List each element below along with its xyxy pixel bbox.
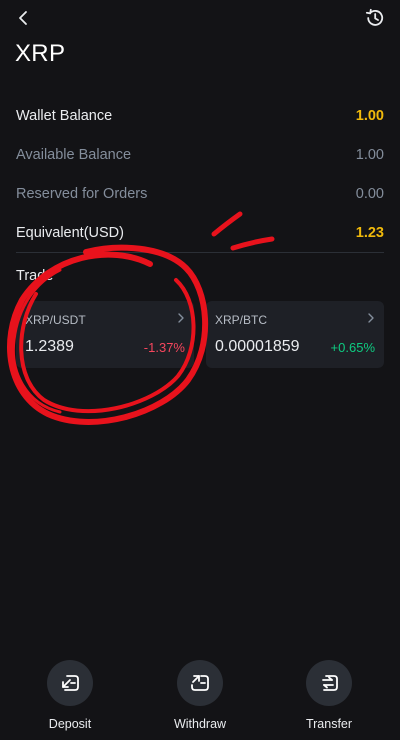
- deposit-icon-circle: [47, 660, 93, 706]
- wallet-balance-value: 1.00: [355, 107, 384, 124]
- history-button[interactable]: [362, 5, 388, 31]
- wallet-balance-label: Wallet Balance: [16, 107, 113, 124]
- chevron-right-icon: [178, 313, 184, 323]
- equivalent-usd-value: 1.23: [355, 224, 384, 241]
- trade-pair-card-xrp-btc[interactable]: XRP/BTC 0.00001859 +0.65%: [206, 301, 384, 368]
- withdraw-button[interactable]: Withdraw: [155, 660, 245, 731]
- reserved-orders-row: Reserved for Orders 0.00: [16, 174, 384, 213]
- chevron-right-icon: [368, 313, 374, 323]
- equivalent-usd-row: Equivalent(USD) 1.23: [16, 213, 384, 252]
- balance-list: Wallet Balance 1.00 Available Balance 1.…: [16, 96, 384, 252]
- withdraw-icon-circle: [177, 660, 223, 706]
- withdraw-label: Withdraw: [173, 717, 227, 731]
- trade-pair-card-xrp-usdt[interactable]: XRP/USDT 1.2389 -1.37%: [16, 301, 194, 368]
- pair-price: 0.00001859: [215, 338, 300, 355]
- history-icon: [365, 8, 384, 26]
- bottom-action-bar: Deposit Withdraw Transfer: [0, 660, 400, 740]
- equivalent-usd-label: Equivalent(USD): [16, 224, 124, 241]
- pair-price: 1.2389: [25, 338, 74, 355]
- chevron-left-icon: [19, 11, 27, 25]
- divider: [16, 252, 384, 253]
- deposit-label: Deposit: [48, 717, 92, 731]
- deposit-icon: [62, 675, 79, 691]
- available-balance-value: 1.00: [355, 146, 384, 163]
- transfer-label: Transfer: [305, 717, 353, 731]
- available-balance-row: Available Balance 1.00: [16, 135, 384, 174]
- pair-name: XRP/BTC: [215, 313, 268, 327]
- pair-name: XRP/USDT: [25, 313, 86, 327]
- reserved-orders-label: Reserved for Orders: [16, 185, 148, 202]
- back-button[interactable]: [12, 6, 34, 30]
- top-bar: [0, 0, 400, 36]
- transfer-button[interactable]: Transfer: [284, 660, 374, 731]
- wallet-balance-row: Wallet Balance 1.00: [16, 96, 384, 135]
- transfer-icon-circle: [306, 660, 352, 706]
- withdraw-icon: [191, 675, 209, 691]
- reserved-orders-value: 0.00: [355, 185, 384, 202]
- trade-section-title: Trade: [16, 268, 54, 284]
- page-title: XRP: [15, 40, 66, 67]
- available-balance-label: Available Balance: [16, 146, 132, 163]
- transfer-icon: [322, 675, 338, 691]
- pair-change: +0.65%: [330, 340, 375, 355]
- deposit-button[interactable]: Deposit: [25, 660, 115, 731]
- pair-change: -1.37%: [143, 340, 185, 355]
